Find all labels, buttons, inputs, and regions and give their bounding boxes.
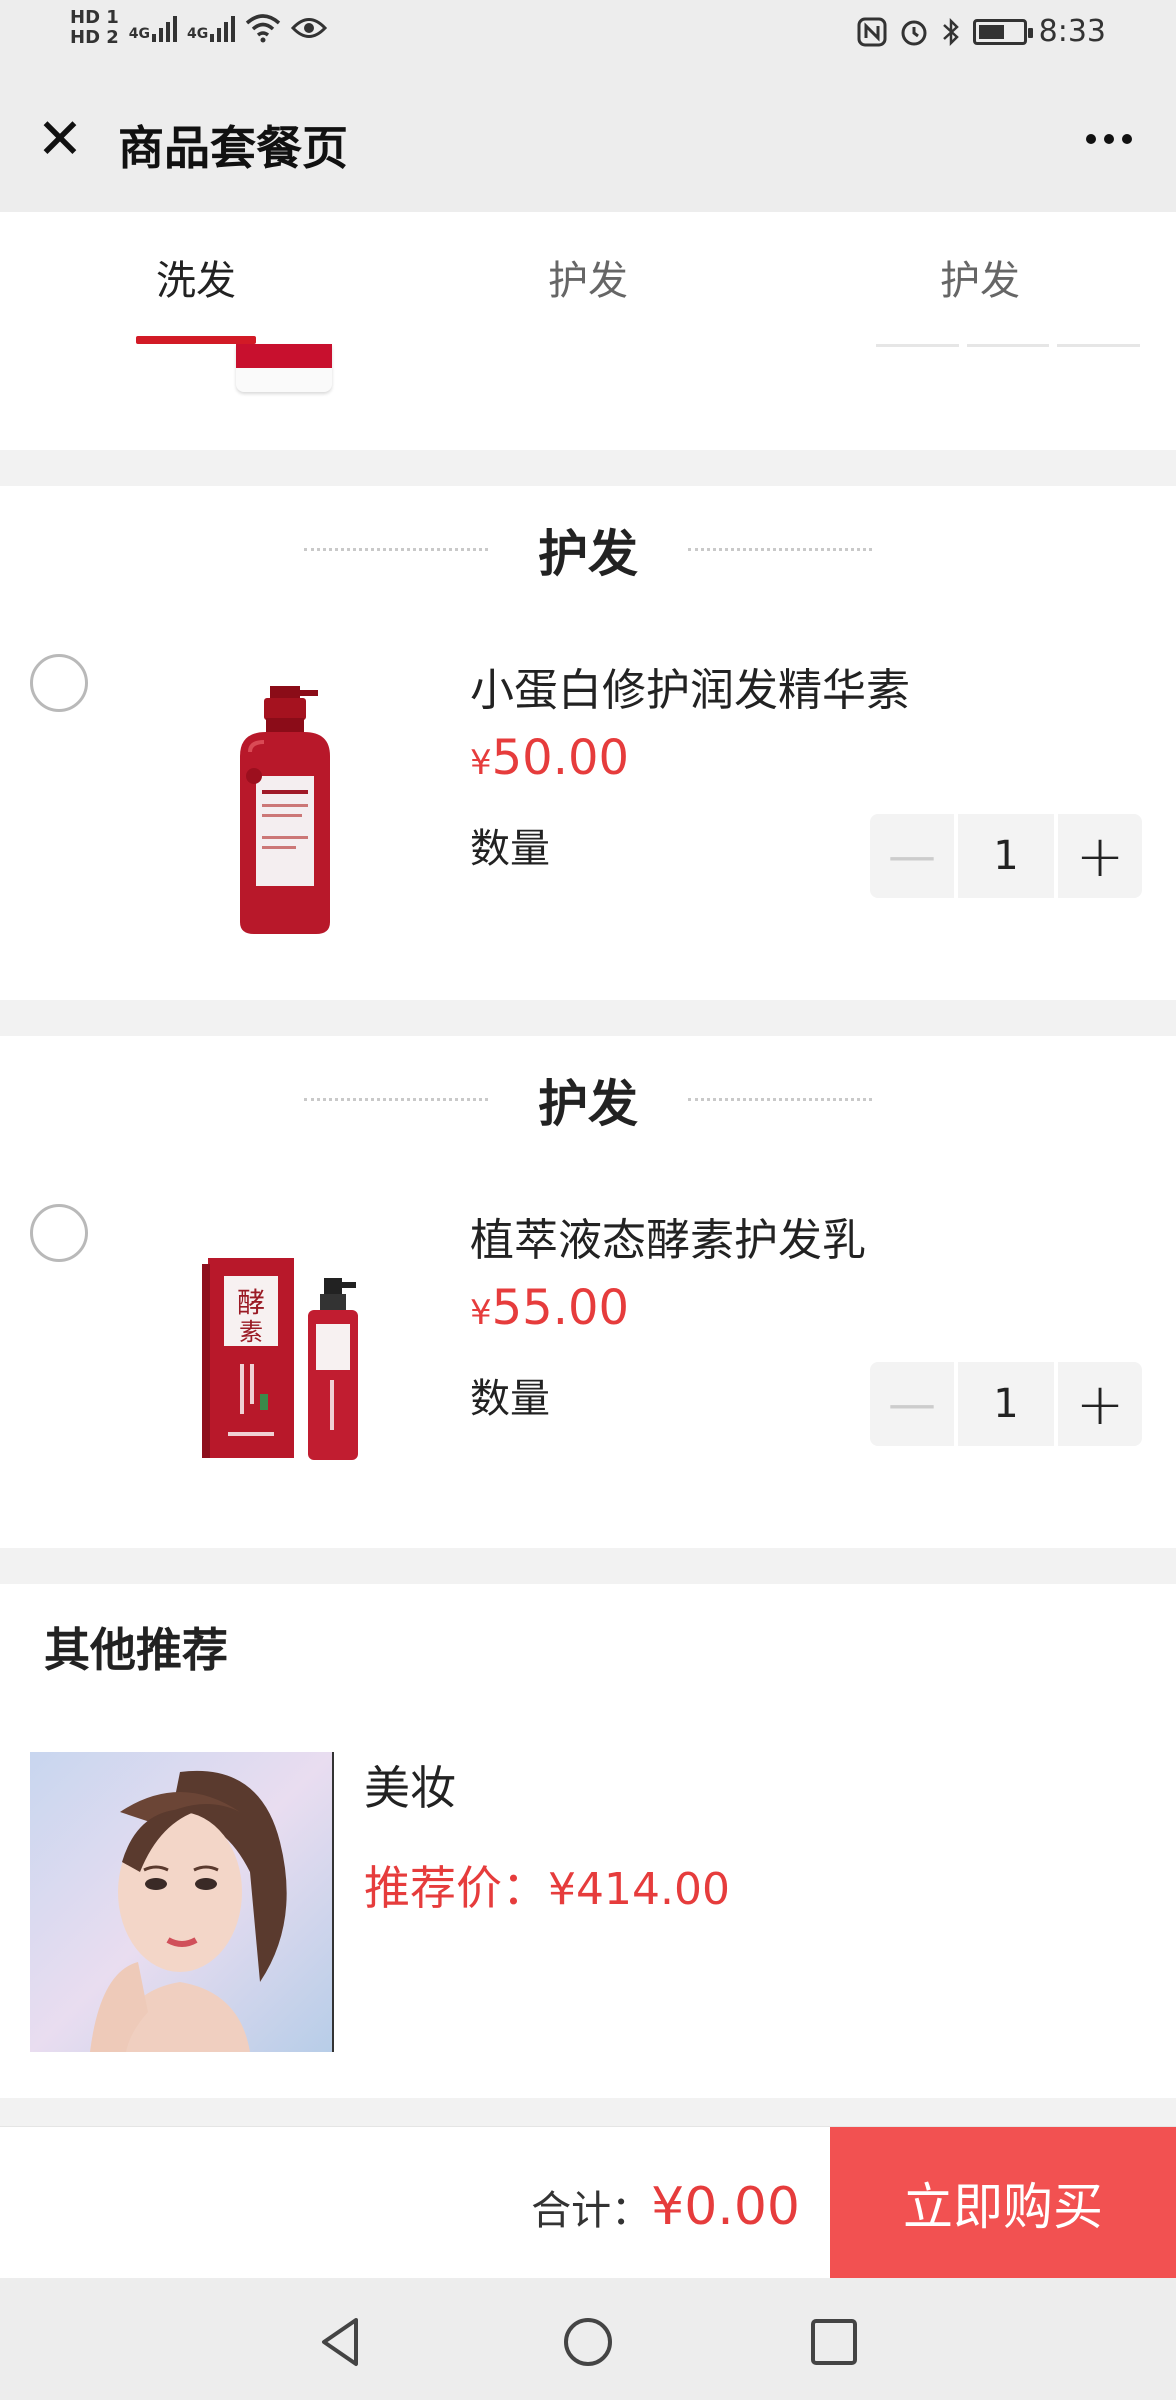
product-name: 小蛋白修护润发精华素 — [470, 665, 910, 716]
select-radio[interactable] — [30, 1204, 88, 1262]
svg-text:酵: 酵 — [237, 1286, 265, 1319]
tab-care-1[interactable]: 护发 — [392, 248, 784, 306]
section-title: 护发 — [538, 1075, 638, 1133]
more-dot-icon — [1104, 134, 1114, 144]
active-tab-indicator — [136, 336, 256, 344]
product-price: ¥55.00 — [470, 1280, 629, 1336]
wifi-icon — [246, 14, 281, 43]
page-title: 商品套餐页 — [118, 121, 348, 175]
hd2-label: HD 2 — [70, 27, 119, 48]
decrement-button[interactable]: — — [870, 1362, 954, 1446]
net2-label: 4G — [187, 26, 209, 42]
quantity-value[interactable]: 1 — [958, 1362, 1054, 1446]
plus-icon: + — [1075, 822, 1125, 890]
increment-button[interactable]: + — [1058, 1362, 1142, 1446]
quantity-stepper: — 1 + — [870, 814, 1146, 898]
eye-icon — [291, 18, 328, 38]
plus-icon: + — [1075, 1370, 1125, 1438]
buy-now-button[interactable]: 立即购买 — [830, 2127, 1176, 2279]
increment-button[interactable]: + — [1058, 814, 1142, 898]
recommend-item-name: 美妆 — [364, 1761, 456, 1815]
price-value: 55.00 — [491, 1280, 630, 1336]
total-price: 合计：¥0.00 — [531, 2177, 800, 2237]
signal-bars-icon — [210, 14, 236, 42]
signal-bars-icon — [152, 14, 178, 42]
category-tabs: 洗发 护发 护发 — [0, 212, 1176, 450]
tab-separator-lines — [876, 344, 1141, 347]
recommend-item-price: 推荐价：¥414.00 — [364, 1852, 730, 1918]
bluetooth-icon — [942, 17, 959, 46]
close-icon: ✕ — [36, 107, 84, 172]
close-button[interactable]: ✕ — [30, 112, 90, 172]
checkout-bar: 合计：¥0.00 立即购买 — [0, 2126, 1176, 2279]
battery-fill — [978, 24, 1004, 39]
section-title: 护发 — [538, 525, 638, 583]
section-header: 护发 — [0, 1036, 1176, 1146]
currency-symbol: ¥ — [470, 1293, 492, 1333]
hd-indicators: HD 1 HD 2 — [70, 8, 119, 48]
product-section-1: 护发 小蛋白修护润发精华素 ¥50.00 数量 — 1 + — [0, 486, 1176, 1000]
price-value: 50.00 — [491, 730, 630, 786]
currency-symbol: ¥ — [470, 743, 492, 783]
product-name: 植萃液态酵素护发乳 — [470, 1215, 866, 1266]
svg-text:素: 素 — [239, 1318, 263, 1346]
quantity-value[interactable]: 1 — [958, 814, 1054, 898]
status-left: HD 1 HD 2 4G 4G — [70, 8, 328, 48]
recents-square-icon[interactable] — [806, 2314, 862, 2370]
back-triangle-icon[interactable] — [314, 2314, 370, 2370]
product-image-hair-milk-box: 酵 素 — [202, 1258, 358, 1460]
product-price: ¥50.00 — [470, 730, 629, 786]
hd1-label: HD 1 — [70, 7, 119, 28]
title-bar: ✕ 商品套餐页 — [0, 72, 1176, 212]
minus-icon: — — [888, 1376, 936, 1432]
status-right: 8:33 — [857, 14, 1106, 49]
signal-2: 4G — [187, 14, 236, 42]
total-value: ¥0.00 — [651, 2177, 800, 2237]
recommend-price-label: 推荐价： — [364, 1861, 548, 1915]
recommendations-heading: 其他推荐 — [44, 1623, 228, 1677]
tab-care-2[interactable]: 护发 — [784, 248, 1176, 306]
tab-product-thumbnail — [236, 344, 332, 392]
quantity-stepper: — 1 + — [870, 1362, 1146, 1446]
clock: 8:33 — [1038, 14, 1106, 49]
more-dot-icon — [1122, 134, 1132, 144]
dotted-divider — [688, 1098, 872, 1101]
select-radio[interactable] — [30, 654, 88, 712]
tab-wash[interactable]: 洗发 — [0, 248, 392, 306]
more-options-button[interactable] — [1086, 134, 1132, 144]
recommend-thumbnail-portrait — [30, 1752, 334, 2052]
quantity-label: 数量 — [470, 1376, 550, 1422]
battery-icon — [972, 18, 1033, 45]
system-nav-bar — [0, 2278, 1176, 2400]
signal-1: 4G — [128, 14, 178, 42]
minus-icon: — — [888, 828, 936, 884]
total-label: 合计： — [531, 2188, 652, 2234]
alarm-icon — [901, 20, 927, 45]
section-header: 护发 — [0, 486, 1176, 596]
product-image-conditioner-bottle — [240, 686, 330, 934]
net1-label: 4G — [128, 26, 151, 42]
dotted-divider — [688, 548, 872, 551]
nfc-icon — [857, 17, 887, 46]
recommend-price-value: ¥414.00 — [548, 1864, 730, 1915]
home-circle-icon[interactable] — [560, 2314, 616, 2370]
quantity-label: 数量 — [470, 826, 550, 872]
status-bar: HD 1 HD 2 4G 4G 8:33 — [0, 0, 1176, 72]
recommendations-section: 其他推荐 美妆 推荐价：¥414.00 — [0, 1584, 1176, 2098]
decrement-button[interactable]: — — [870, 814, 954, 898]
product-section-2: 护发 酵 素 植萃液态酵素护发乳 ¥55.00 数量 — 1 + — [0, 1036, 1176, 1548]
more-dot-icon — [1086, 134, 1096, 144]
